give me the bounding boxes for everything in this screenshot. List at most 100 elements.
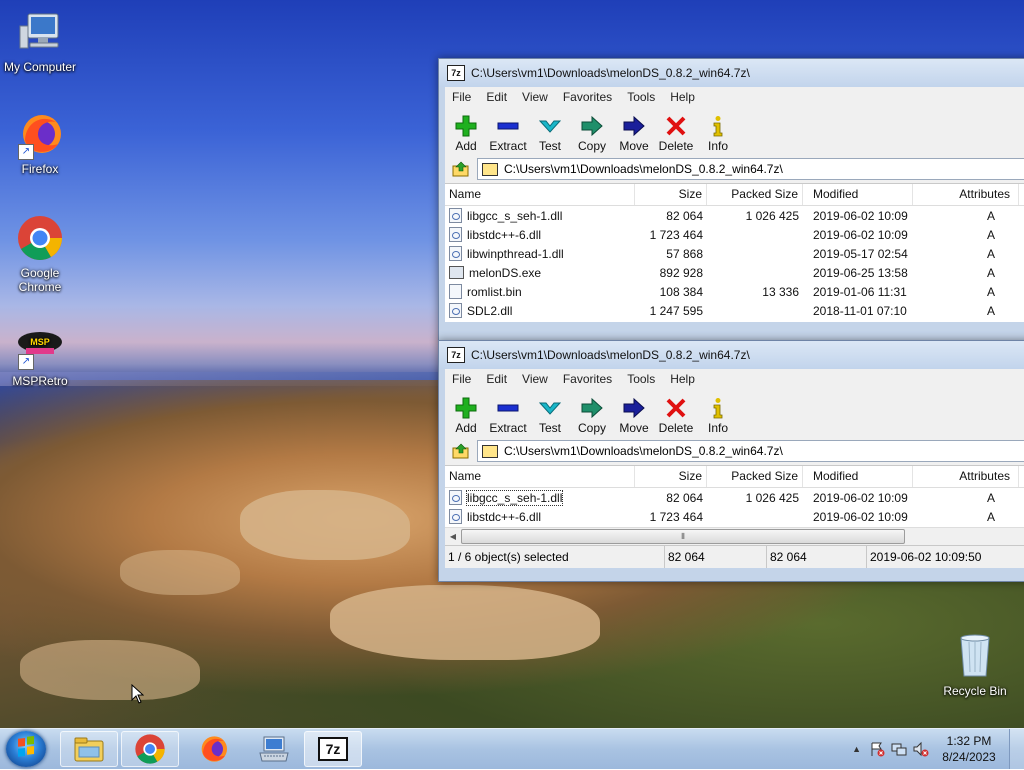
taskbar-chrome-button[interactable] bbox=[121, 731, 179, 767]
move-button[interactable]: Move bbox=[613, 115, 655, 153]
desktop-icon-firefox[interactable]: ↗ Firefox bbox=[0, 110, 80, 176]
menu-view[interactable]: View bbox=[522, 372, 548, 386]
move-icon bbox=[623, 115, 645, 137]
action-center-flag-icon[interactable] bbox=[869, 741, 885, 757]
file-icon bbox=[449, 284, 462, 299]
add-button[interactable]: Add bbox=[445, 115, 487, 153]
column-attributes[interactable]: Attributes bbox=[913, 466, 1019, 487]
chrome-icon bbox=[16, 214, 64, 262]
up-folder-button[interactable] bbox=[451, 159, 471, 179]
desktop-icon-recycle-bin[interactable]: Recycle Bin bbox=[935, 630, 1015, 698]
copy-button[interactable]: Copy bbox=[571, 397, 613, 435]
file-attributes: A bbox=[986, 246, 995, 261]
desktop-icon-my-computer[interactable]: My Computer bbox=[0, 8, 80, 74]
file-modified: 2019-06-02 10:09 bbox=[813, 509, 908, 524]
menu-help[interactable]: Help bbox=[670, 372, 695, 386]
column-modified[interactable]: Modified bbox=[803, 466, 913, 487]
taskbar-explorer-button[interactable] bbox=[60, 731, 118, 767]
column-packed-size[interactable]: Packed Size bbox=[707, 184, 803, 205]
up-folder-button[interactable] bbox=[451, 441, 471, 461]
taskbar-keyboard-app-button[interactable] bbox=[245, 731, 303, 767]
menu-view[interactable]: View bbox=[522, 90, 548, 104]
taskbar-7zip-button[interactable]: 7z bbox=[304, 731, 362, 767]
file-attributes: A bbox=[986, 227, 995, 242]
shortcut-arrow-icon: ↗ bbox=[18, 354, 34, 370]
menu-file[interactable]: File bbox=[452, 90, 471, 104]
column-size[interactable]: Size bbox=[635, 184, 707, 205]
horizontal-scrollbar[interactable]: ◀ ⦀ bbox=[445, 527, 1024, 545]
start-button[interactable] bbox=[6, 731, 46, 767]
info-button[interactable]: Info bbox=[697, 397, 739, 435]
file-list: Name Size Packed Size Modified Attribute… bbox=[445, 465, 1024, 527]
svg-text:MSP: MSP bbox=[30, 337, 50, 347]
file-name: libstdc++-6.dll bbox=[467, 509, 542, 524]
scrollbar-thumb[interactable]: ⦀ bbox=[461, 529, 905, 544]
toolbar-label: Move bbox=[619, 139, 649, 153]
file-modified: 2019-06-02 10:09 bbox=[813, 490, 908, 505]
toolbar-label: Extract bbox=[489, 139, 527, 153]
desktop-icon-google-chrome[interactable]: Google Chrome bbox=[0, 214, 80, 294]
path-input[interactable]: C:\Users\vm1\Downloads\melonDS_0.8.2_win… bbox=[477, 158, 1024, 180]
file-packed-size: 1 026 425 bbox=[745, 208, 799, 223]
up-folder-icon bbox=[452, 161, 469, 177]
extract-button[interactable]: Extract bbox=[487, 115, 529, 153]
menu-file[interactable]: File bbox=[452, 372, 471, 386]
menu-favorites[interactable]: Favorites bbox=[563, 90, 612, 104]
delete-button[interactable]: Delete bbox=[655, 397, 697, 435]
table-row[interactable]: libwinpthread-1.dll 57 868 2019-05-17 02… bbox=[445, 244, 1024, 263]
table-row[interactable]: libstdc++-6.dll 1 723 464 2019-06-02 10:… bbox=[445, 507, 1024, 526]
file-name: libgcc_s_seh-1.dll bbox=[467, 208, 563, 223]
add-button[interactable]: Add bbox=[445, 397, 487, 435]
menu-edit[interactable]: Edit bbox=[486, 90, 507, 104]
column-size[interactable]: Size bbox=[635, 466, 707, 487]
toolbar: Add Extract Test Copy Move Delete Info bbox=[445, 389, 1024, 437]
7zip-window-top[interactable]: 7z C:\Users\vm1\Downloads\melonDS_0.8.2_… bbox=[438, 58, 1024, 342]
msp-retro-icon: MSP ↗ bbox=[16, 328, 64, 370]
network-icon[interactable] bbox=[891, 741, 907, 757]
window-titlebar[interactable]: 7z C:\Users\vm1\Downloads\melonDS_0.8.2_… bbox=[439, 341, 1024, 369]
menu-tools[interactable]: Tools bbox=[627, 372, 655, 386]
table-row-focused[interactable]: libgcc_s_seh-1.dll 82 064 1 026 425 2019… bbox=[445, 488, 1024, 507]
delete-button[interactable]: Delete bbox=[655, 115, 697, 153]
table-row[interactable]: SDL2.dll 1 247 595 2018-11-01 07:10 A bbox=[445, 301, 1024, 320]
show-hidden-icons-icon[interactable]: ▲ bbox=[852, 744, 861, 754]
desktop-icon-mspretro[interactable]: MSP ↗ MSPRetro bbox=[0, 328, 80, 388]
column-modified[interactable]: Modified bbox=[803, 184, 913, 205]
file-size: 82 064 bbox=[666, 490, 703, 505]
test-button[interactable]: Test bbox=[529, 397, 571, 435]
path-input[interactable]: C:\Users\vm1\Downloads\melonDS_0.8.2_win… bbox=[477, 440, 1024, 462]
toolbar-label: Info bbox=[707, 139, 728, 153]
column-name[interactable]: Name bbox=[445, 184, 635, 205]
column-name[interactable]: Name bbox=[445, 466, 635, 487]
table-row[interactable]: libgcc_s_seh-1.dll 82 064 1 026 425 2019… bbox=[445, 206, 1024, 225]
volume-muted-icon[interactable] bbox=[913, 741, 929, 757]
file-size: 108 384 bbox=[659, 284, 703, 299]
menu-edit[interactable]: Edit bbox=[486, 372, 507, 386]
column-attributes[interactable]: Attributes bbox=[913, 184, 1019, 205]
test-button[interactable]: Test bbox=[529, 115, 571, 153]
column-packed-size[interactable]: Packed Size bbox=[707, 466, 803, 487]
show-desktop-button[interactable] bbox=[1009, 729, 1024, 769]
toolbar-label: Move bbox=[619, 421, 649, 435]
menu-favorites[interactable]: Favorites bbox=[563, 372, 612, 386]
taskbar-firefox-button[interactable] bbox=[184, 731, 242, 767]
column-headers: Name Size Packed Size Modified Attribute… bbox=[445, 184, 1024, 206]
clock[interactable]: 1:32 PM 8/24/2023 bbox=[933, 733, 1005, 765]
menu-tools[interactable]: Tools bbox=[627, 90, 655, 104]
info-button[interactable]: Info bbox=[697, 115, 739, 153]
copy-button[interactable]: Copy bbox=[571, 115, 613, 153]
toolbar-label: Delete bbox=[658, 139, 694, 153]
window-titlebar[interactable]: 7z C:\Users\vm1\Downloads\melonDS_0.8.2_… bbox=[439, 59, 1024, 87]
menu-help[interactable]: Help bbox=[670, 90, 695, 104]
file-size: 892 928 bbox=[659, 265, 703, 280]
column-headers: Name Size Packed Size Modified Attribute… bbox=[445, 466, 1024, 488]
7zip-window-bottom[interactable]: 7z C:\Users\vm1\Downloads\melonDS_0.8.2_… bbox=[438, 340, 1024, 582]
table-row[interactable]: melonDS.exe 892 928 2019-06-25 13:58 A bbox=[445, 263, 1024, 282]
dll-file-icon bbox=[449, 490, 462, 505]
extract-button[interactable]: Extract bbox=[487, 397, 529, 435]
extract-icon bbox=[497, 122, 519, 130]
table-row[interactable]: libstdc++-6.dll 1 723 464 2019-06-02 10:… bbox=[445, 225, 1024, 244]
table-row[interactable]: romlist.bin 108 384 13 336 2019-01-06 11… bbox=[445, 282, 1024, 301]
scroll-left-icon[interactable]: ◀ bbox=[445, 532, 461, 541]
move-button[interactable]: Move bbox=[613, 397, 655, 435]
